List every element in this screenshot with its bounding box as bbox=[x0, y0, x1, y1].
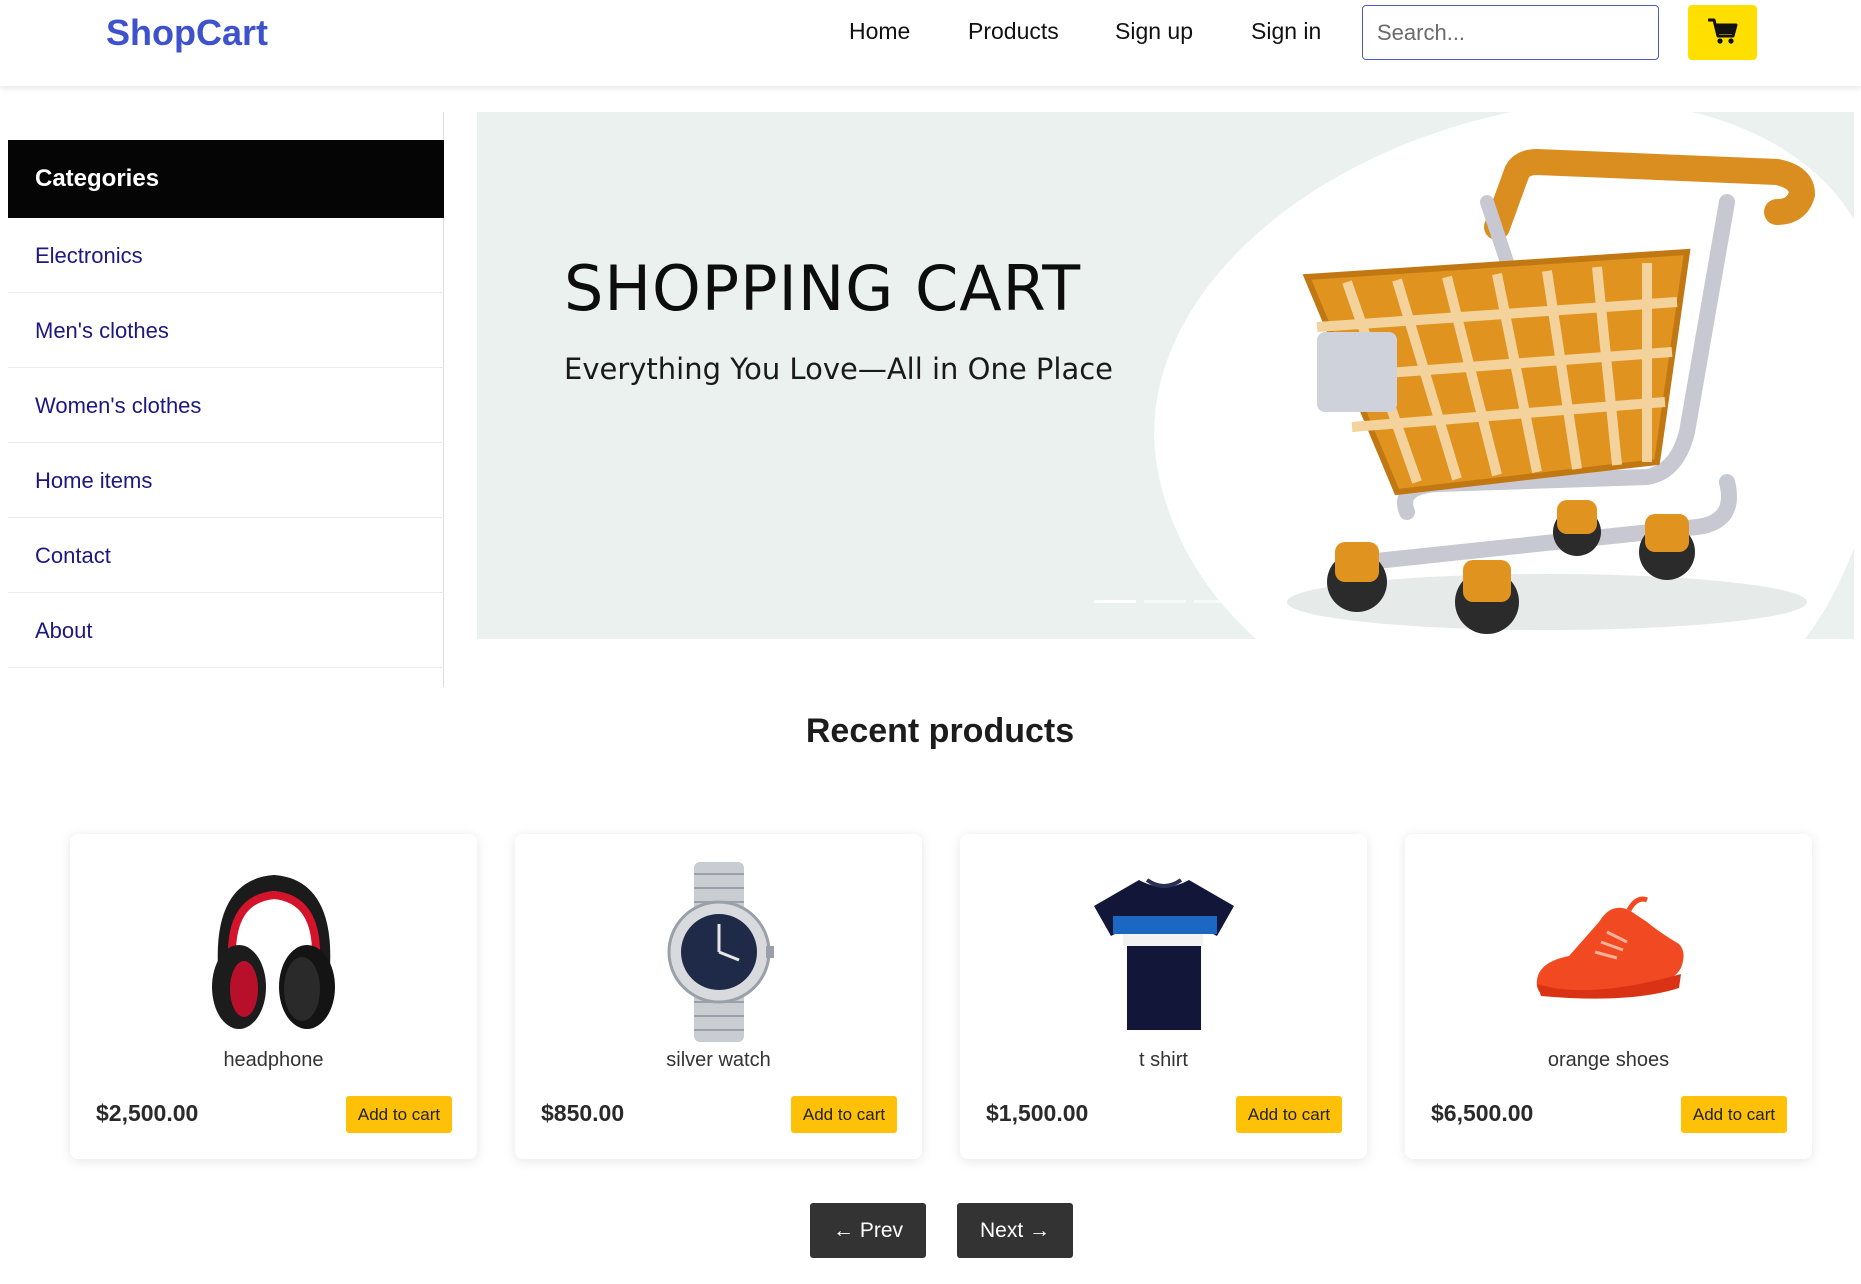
navbar: ShopCart Home Products Sign up Sign in bbox=[0, 0, 1861, 86]
carousel-indicator-2[interactable] bbox=[1144, 600, 1186, 603]
add-to-cart-button[interactable]: Add to cart bbox=[346, 1096, 452, 1133]
add-to-cart-button[interactable]: Add to cart bbox=[1236, 1096, 1342, 1133]
search-input[interactable] bbox=[1362, 5, 1659, 60]
product-card: headphone $2,500.00 Add to cart bbox=[70, 834, 477, 1159]
nav-signup-link[interactable]: Sign up bbox=[1115, 18, 1193, 45]
hero-title: SHOPPING CART bbox=[564, 252, 1082, 325]
product-card: t shirt $1,500.00 Add to cart bbox=[960, 834, 1367, 1159]
categories-list: Electronics Men's clothes Women's clothe… bbox=[8, 218, 444, 668]
product-name: silver watch bbox=[666, 1049, 771, 1071]
tshirt-image bbox=[960, 859, 1367, 1044]
product-price: $6,500.00 bbox=[1431, 1100, 1534, 1126]
sidebar-item-electronics[interactable]: Electronics bbox=[8, 218, 444, 293]
product-card: orange shoes $6,500.00 Add to cart bbox=[1405, 834, 1812, 1159]
product-name: orange shoes bbox=[1547, 1049, 1670, 1071]
product-price: $2,500.00 bbox=[96, 1100, 199, 1126]
sidebar-item-contact[interactable]: Contact bbox=[8, 518, 444, 593]
product-price: $1,500.00 bbox=[986, 1100, 1089, 1126]
categories-sidebar: Categories Electronics Men's clothes Wom… bbox=[8, 112, 444, 687]
brand-logo[interactable]: ShopCart bbox=[106, 12, 268, 54]
headphone-image bbox=[70, 859, 477, 1044]
sidebar-item-home-items[interactable]: Home items bbox=[8, 443, 444, 518]
categories-heading: Categories bbox=[8, 140, 444, 218]
nav-products-link[interactable]: Products bbox=[968, 18, 1059, 45]
product-card: silver watch $850.00 Add to cart bbox=[515, 834, 922, 1159]
hero-carousel[interactable]: SHOPPING CART Everything You Love—All in… bbox=[477, 112, 1854, 639]
hero-subtitle: Everything You Love—All in One Place bbox=[564, 352, 1114, 386]
carousel-indicator-3[interactable] bbox=[1194, 600, 1236, 603]
add-to-cart-button[interactable]: Add to cart bbox=[1681, 1096, 1787, 1133]
add-to-cart-button[interactable]: Add to cart bbox=[791, 1096, 897, 1133]
sidebar-item-womens-clothes[interactable]: Women's clothes bbox=[8, 368, 444, 443]
prev-page-button[interactable]: ← Prev bbox=[810, 1203, 926, 1258]
product-price: $850.00 bbox=[541, 1100, 625, 1126]
product-name: headphone bbox=[223, 1049, 324, 1071]
watch-image bbox=[515, 859, 922, 1044]
sidebar-item-mens-clothes[interactable]: Men's clothes bbox=[8, 293, 444, 368]
next-page-button[interactable]: Next → bbox=[957, 1203, 1073, 1258]
carousel-next-chevron-icon[interactable] bbox=[1739, 344, 1765, 384]
product-name: t shirt bbox=[1139, 1049, 1188, 1071]
shopping-cart-icon bbox=[1707, 17, 1738, 48]
nav-signin-link[interactable]: Sign in bbox=[1251, 18, 1321, 45]
recent-products-heading: Recent products bbox=[805, 712, 1075, 750]
shopping-cart-illustration bbox=[1217, 132, 1837, 639]
carousel-indicator-1[interactable] bbox=[1094, 600, 1136, 603]
cart-button[interactable] bbox=[1688, 5, 1757, 60]
carousel-indicators bbox=[1094, 600, 1236, 603]
nav-home-link[interactable]: Home bbox=[849, 18, 910, 45]
shoes-image bbox=[1405, 859, 1812, 1044]
sidebar-item-about[interactable]: About bbox=[8, 593, 444, 668]
